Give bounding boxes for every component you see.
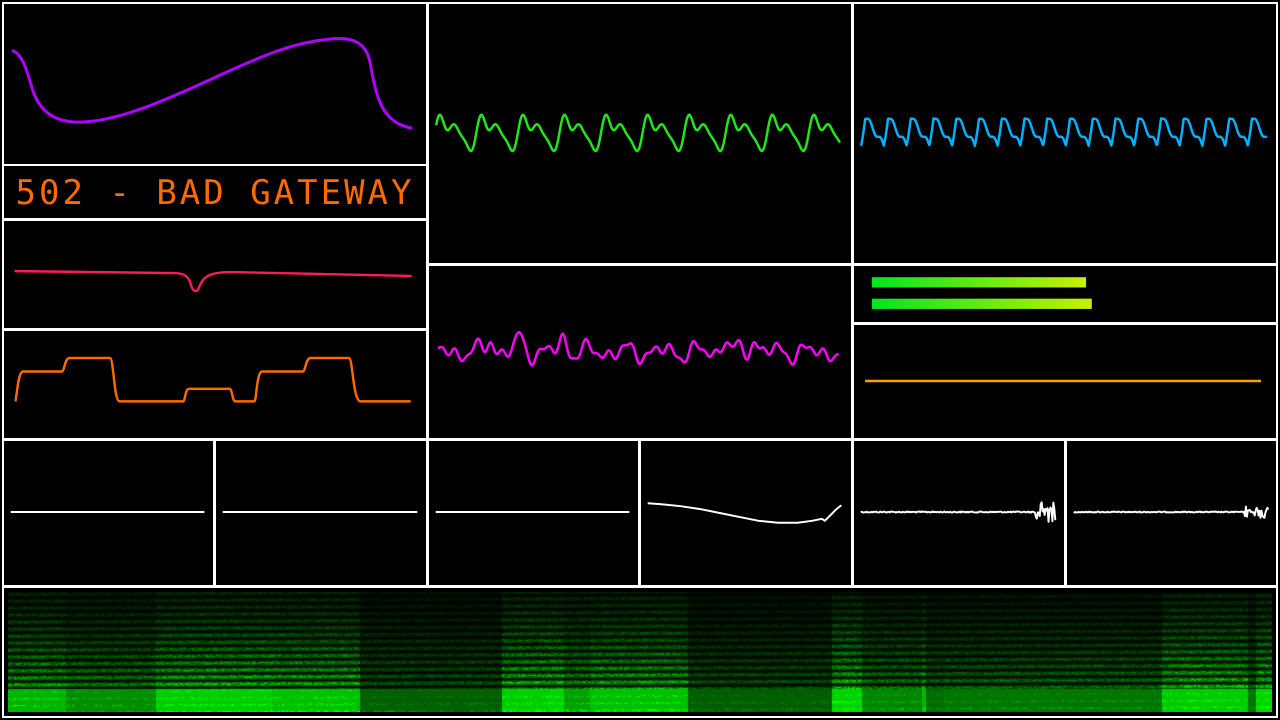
level-meter-panel bbox=[852, 264, 1278, 324]
scope-panel-3 bbox=[427, 439, 640, 587]
magenta-wave-panel bbox=[427, 264, 853, 440]
status-text: 502 - BAD GATEWAY bbox=[15, 173, 415, 213]
signal-dashboard: 502 - BAD GATEWAY bbox=[0, 0, 1280, 720]
scope-trace-5 bbox=[860, 501, 1057, 523]
green-wave-panel bbox=[427, 2, 853, 265]
level-meters bbox=[871, 277, 1092, 309]
scope-panel-5 bbox=[852, 439, 1066, 587]
green-wave-trace bbox=[434, 113, 841, 153]
level-bar-right bbox=[871, 298, 1092, 309]
scope-trace-1 bbox=[10, 511, 205, 513]
dip-panel bbox=[2, 219, 428, 330]
blue-wave-trace bbox=[859, 117, 1268, 148]
magenta-wave-trace bbox=[437, 331, 840, 367]
level-bar-left bbox=[871, 277, 1087, 288]
scope-trace-2 bbox=[222, 511, 418, 513]
spectrogram bbox=[8, 592, 1272, 712]
blue-wave-panel bbox=[852, 2, 1278, 265]
scope-line-4 bbox=[647, 502, 842, 524]
step-trace bbox=[14, 356, 411, 403]
scope-panel-6 bbox=[1065, 439, 1278, 587]
envelope-line bbox=[11, 37, 413, 130]
scope-trace-3 bbox=[435, 511, 630, 513]
green-wave-line bbox=[434, 113, 841, 153]
step-panel bbox=[2, 329, 428, 440]
magenta-wave-line bbox=[437, 331, 840, 367]
scope-panel-2 bbox=[214, 439, 428, 587]
flat-trace-panel bbox=[852, 323, 1278, 440]
scope-panel-1 bbox=[2, 439, 215, 587]
scope-trace-6 bbox=[1073, 505, 1270, 519]
blue-wave-line bbox=[859, 117, 1268, 148]
scope-line-5 bbox=[860, 501, 1057, 523]
scope-trace-4 bbox=[647, 502, 842, 524]
envelope-trace bbox=[11, 37, 413, 130]
dip-line bbox=[14, 269, 412, 293]
envelope-panel bbox=[2, 2, 428, 166]
dip-trace bbox=[14, 269, 412, 293]
scope-panel-4 bbox=[639, 439, 853, 587]
scope-line-6 bbox=[1073, 505, 1270, 519]
flat-trace bbox=[865, 379, 1262, 383]
step-line bbox=[14, 356, 411, 403]
status-panel: 502 - BAD GATEWAY bbox=[2, 164, 428, 220]
